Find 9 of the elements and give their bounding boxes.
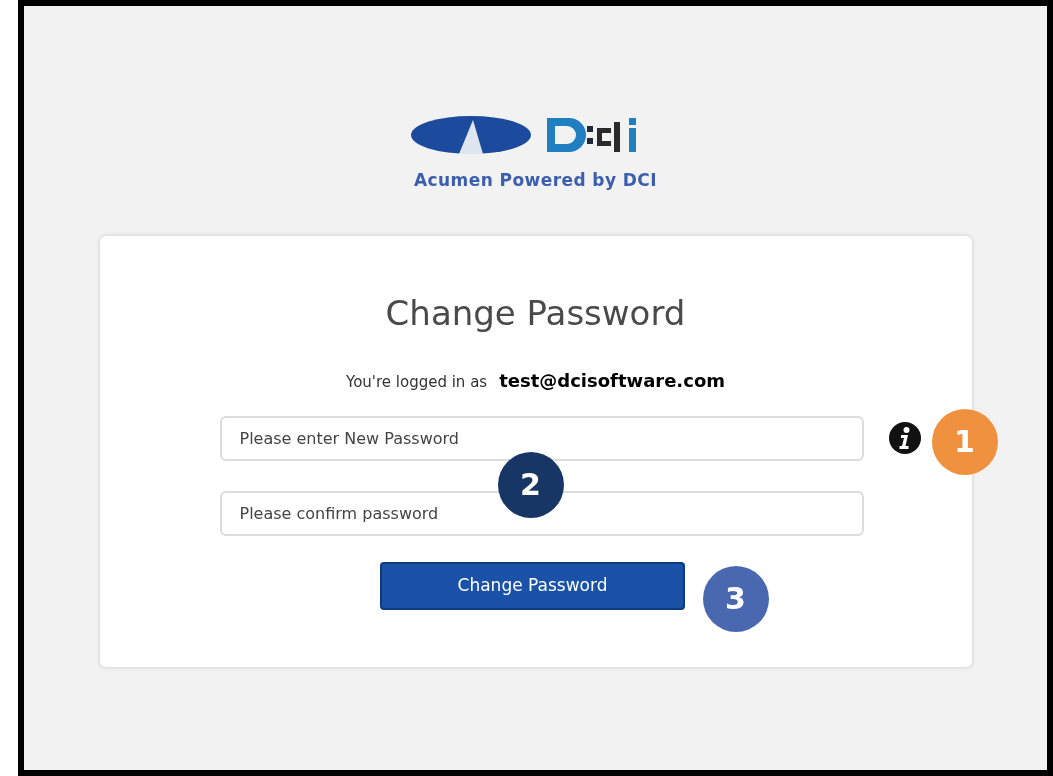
step-number-badge: 1 bbox=[931, 408, 998, 475]
user-email: test@dcisoftware.com bbox=[499, 368, 725, 393]
password-field[interactable]: Please enter New Password bbox=[219, 415, 864, 461]
logged-in-label: You're logged in as bbox=[345, 371, 488, 393]
change-password-button[interactable]: Change Password bbox=[380, 561, 685, 610]
info-icon[interactable] bbox=[887, 421, 922, 455]
card-title: Change Password bbox=[385, 291, 686, 335]
step-number-badge: 3 bbox=[702, 565, 769, 632]
logo-tagline: Acumen Powered by DCI bbox=[414, 169, 657, 192]
